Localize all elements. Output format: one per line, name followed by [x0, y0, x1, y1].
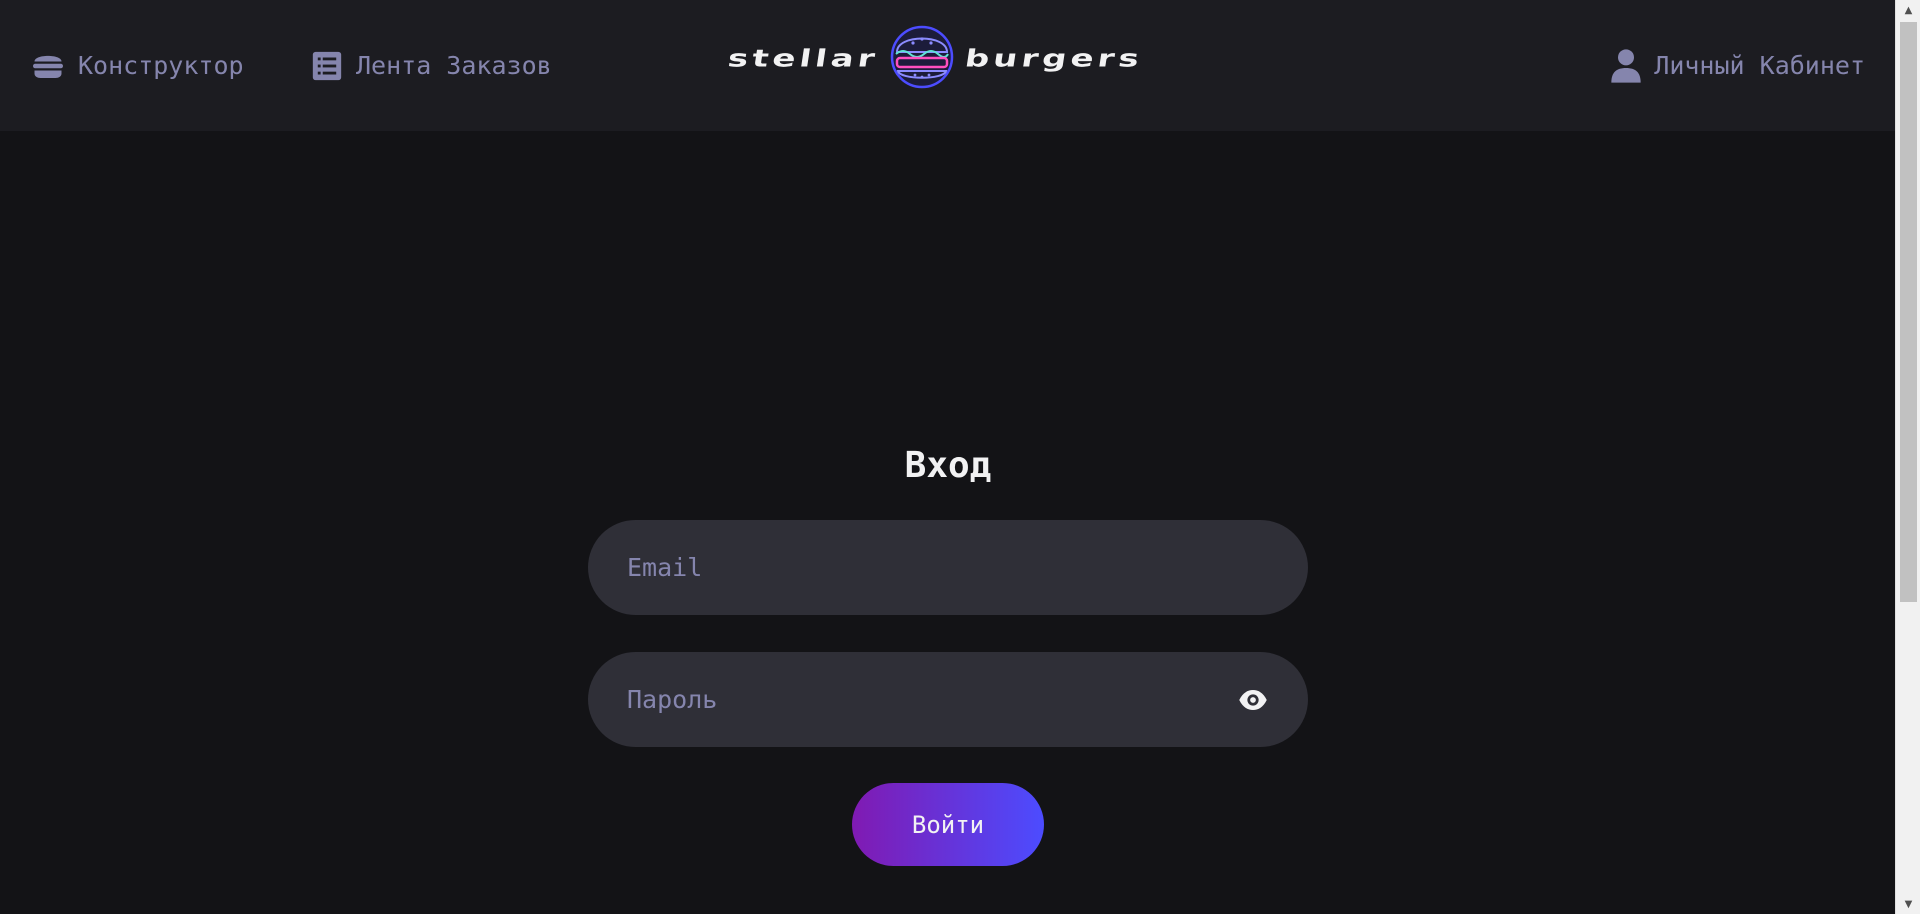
nav-constructor-link[interactable]: Конструктор — [30, 0, 244, 131]
password-field-wrapper — [588, 652, 1308, 747]
nav-feed-label: Лента Заказов — [356, 51, 552, 80]
nav-feed-link[interactable]: Лента Заказов — [310, 0, 552, 131]
logo-word-left: stellar — [725, 45, 881, 73]
login-title: Вход — [904, 445, 992, 486]
app-window: Конструктор Лента Заказов stellar burger… — [0, 0, 1920, 914]
email-input[interactable] — [627, 553, 1268, 582]
nav-constructor-label: Конструктор — [78, 51, 244, 80]
password-input[interactable] — [627, 685, 1238, 714]
vertical-scrollbar[interactable]: ▲ ▼ — [1895, 0, 1920, 914]
email-field-wrapper — [588, 520, 1308, 615]
eye-icon[interactable] — [1238, 685, 1268, 715]
scrollbar-thumb[interactable] — [1900, 22, 1917, 602]
login-form: Вход Войти — [588, 440, 1308, 866]
logo-link[interactable]: stellar burgers — [725, 24, 1145, 94]
profile-icon — [1610, 48, 1642, 84]
nav-profile-link[interactable]: Личный Кабинет — [1610, 0, 1865, 131]
logo-word-right: burgers — [962, 45, 1145, 73]
scroll-down-arrow-icon[interactable]: ▼ — [1896, 894, 1920, 914]
scroll-up-arrow-icon[interactable]: ▲ — [1896, 0, 1920, 20]
login-button[interactable]: Войти — [852, 783, 1044, 866]
burger-logo-icon — [889, 24, 955, 94]
app-header: Конструктор Лента Заказов stellar burger… — [0, 0, 1895, 131]
list-icon — [310, 49, 344, 83]
nav-profile-label: Личный Кабинет — [1654, 51, 1865, 80]
burger-icon — [30, 48, 66, 84]
